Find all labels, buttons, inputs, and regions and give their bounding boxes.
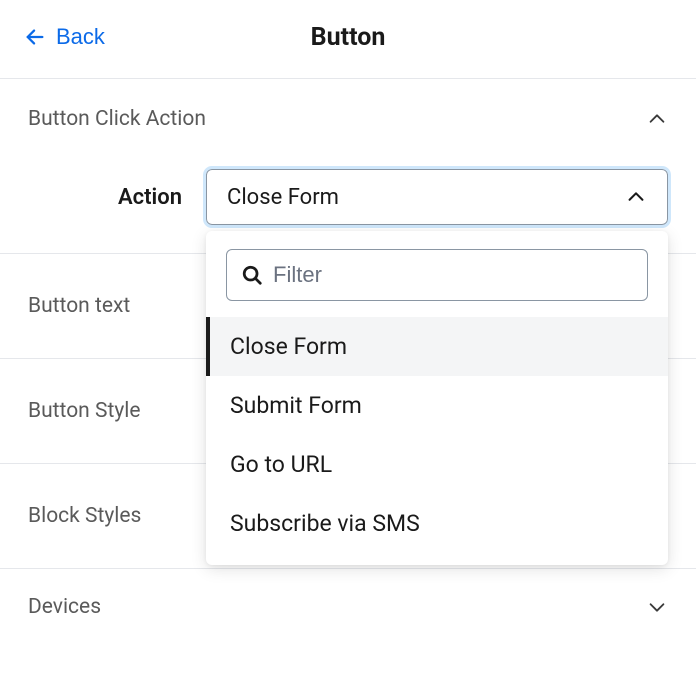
back-button[interactable]: Back (24, 24, 105, 50)
filter-input[interactable] (273, 262, 633, 288)
filter-input-container[interactable] (226, 249, 648, 301)
dropdown-option-submit-form[interactable]: Submit Form (206, 376, 668, 435)
row-title: Devices (28, 595, 101, 619)
section-devices: Devices (0, 569, 696, 645)
dropdown-option-go-to-url[interactable]: Go to URL (206, 435, 668, 494)
search-icon (241, 264, 263, 286)
section-title: Button Click Action (28, 107, 206, 131)
row-title: Button text (28, 294, 130, 318)
action-dropdown: Close Form Submit Form Go to URL Subscri… (206, 231, 668, 565)
back-arrow-icon (24, 26, 46, 48)
dropdown-option-close-form[interactable]: Close Form (206, 317, 668, 376)
section-button-click-action[interactable]: Button Click Action (0, 79, 696, 159)
dropdown-option-subscribe-sms[interactable]: Subscribe via SMS (206, 494, 668, 553)
action-select-value: Close Form (227, 185, 339, 210)
back-label: Back (56, 24, 105, 50)
chevron-up-icon (646, 108, 668, 130)
header: Back Button (0, 0, 696, 78)
chevron-down-icon (646, 596, 668, 618)
content: Button Click Action Action Close Form (0, 79, 696, 645)
action-select[interactable]: Close Form (206, 169, 668, 225)
row-title: Block Styles (28, 504, 141, 528)
page-title: Button (311, 23, 386, 52)
filter-wrapper (206, 249, 668, 317)
action-select-wrapper: Close Form (206, 169, 668, 225)
row-devices[interactable]: Devices (0, 569, 696, 645)
action-label: Action (118, 185, 182, 210)
row-title: Button Style (28, 399, 141, 423)
chevron-up-icon (625, 186, 647, 208)
action-row: Action Close Form (0, 159, 696, 254)
